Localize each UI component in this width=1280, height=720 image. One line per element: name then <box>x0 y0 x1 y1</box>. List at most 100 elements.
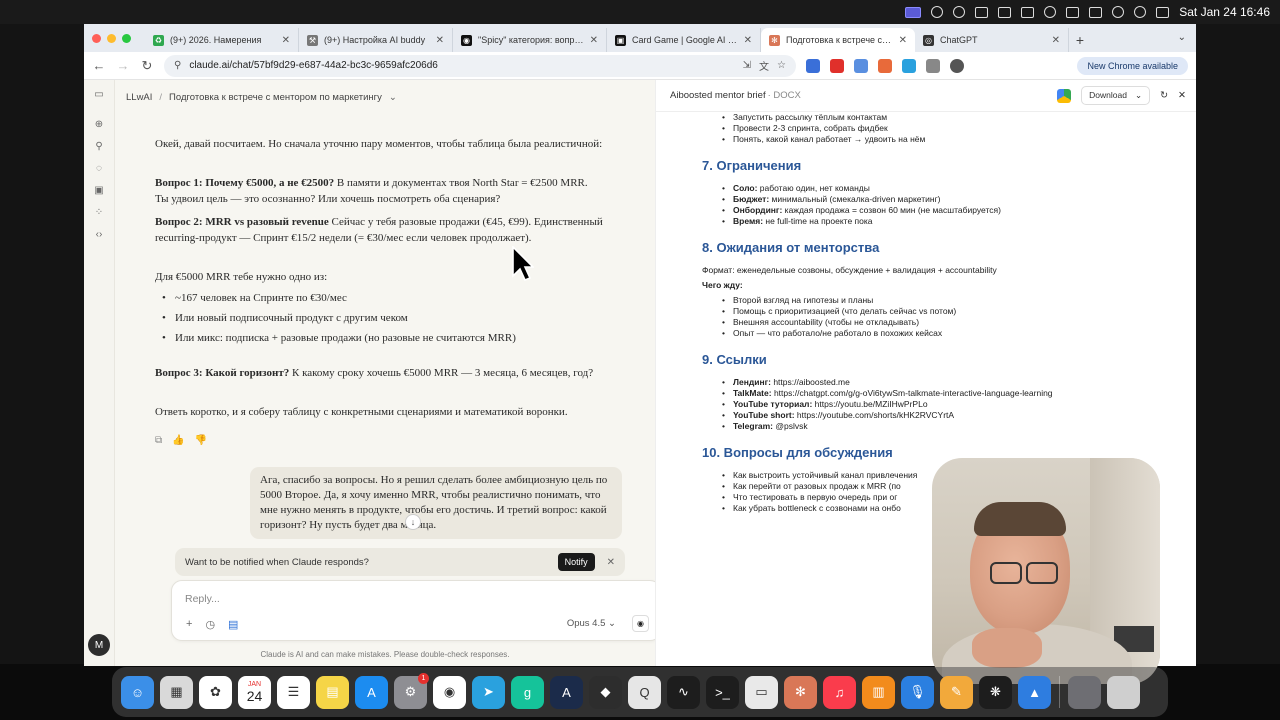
breadcrumb-project[interactable]: LLwAI <box>126 92 152 103</box>
projects-icon[interactable]: ▣ <box>94 185 105 196</box>
artifacts-icon[interactable]: ⁘ <box>94 207 105 218</box>
avatar[interactable]: M <box>88 634 110 656</box>
sync-status-icon[interactable] <box>1044 6 1057 18</box>
grammarly-icon[interactable]: g <box>511 675 544 709</box>
new-tab-button[interactable]: + <box>1069 28 1091 52</box>
wifi-icon[interactable] <box>1112 6 1125 18</box>
tab-1[interactable]: ♻ (9+) 2026. Намерения ✕ <box>145 28 299 52</box>
search-icon[interactable] <box>1134 6 1147 18</box>
finder-icon[interactable]: ☺ <box>121 675 154 709</box>
google-drive-icon[interactable] <box>1057 88 1072 103</box>
tab-title[interactable]: (9+) 2026. Намерения <box>170 35 276 45</box>
voice-memos-icon[interactable]: 🎙 <box>901 675 934 709</box>
voice-mode-icon[interactable]: ◉ <box>632 615 649 632</box>
model-name[interactable]: Opus 4.5 <box>567 618 606 629</box>
system-settings-icon[interactable]: ⚙ 1 <box>394 672 429 709</box>
back-icon[interactable]: ← <box>92 58 106 73</box>
tab-4[interactable]: ▣ Card Game | Google AI Studio ✕ <box>607 28 761 52</box>
keynote-icon[interactable]: ▲ <box>1018 675 1051 709</box>
tab-6[interactable]: ◎ ChatGPT ✕ <box>915 28 1069 52</box>
record-icon[interactable] <box>931 6 944 18</box>
screen-recording-icon[interactable] <box>905 6 922 18</box>
downloads-folder-icon[interactable] <box>1068 675 1101 709</box>
reply-input[interactable]: Reply... <box>185 593 220 605</box>
calendar-icon[interactable]: JAN 24 <box>238 675 271 709</box>
extension-a-icon[interactable] <box>878 58 892 73</box>
books-icon[interactable]: ▥ <box>862 675 895 709</box>
tab-close-icon[interactable]: ✕ <box>899 35 907 46</box>
notify-button[interactable]: Notify <box>557 553 595 571</box>
chats-icon[interactable]: ◌ <box>94 163 105 174</box>
install-icon[interactable]: ⇲ <box>743 60 751 71</box>
tab-5[interactable]: ✻ Подготовка к встрече с мен ✕ <box>761 28 915 52</box>
terminal-icon[interactable]: >_ <box>706 675 739 709</box>
claude-icon[interactable]: ✻ <box>784 675 817 709</box>
tab-3[interactable]: ◉ "Spicy" категория: вопросы ✕ <box>453 28 607 52</box>
chevron-down-icon[interactable]: ⌄ <box>1135 90 1142 101</box>
tab-close-icon[interactable]: ✕ <box>744 35 752 46</box>
chatgpt-icon[interactable]: ❋ <box>979 675 1012 709</box>
control-center-icon[interactable] <box>1156 6 1170 18</box>
add-attachment-icon[interactable]: + <box>186 618 192 631</box>
minimize-window-button[interactable] <box>107 33 116 43</box>
download-button[interactable]: Download ⌄ <box>1081 86 1151 105</box>
battery-icon[interactable] <box>1089 6 1103 18</box>
pencil-app-icon[interactable]: ✎ <box>940 675 973 709</box>
translate-icon[interactable]: 文 <box>759 58 769 73</box>
quicktime-icon[interactable]: Q <box>628 675 661 709</box>
download-label[interactable]: Download <box>1089 90 1127 101</box>
profile-icon[interactable] <box>950 58 964 73</box>
tab-close-icon[interactable]: ✕ <box>590 35 598 46</box>
tab-title[interactable]: (9+) Настройка AI buddy <box>324 35 430 45</box>
extension-arrow-icon[interactable] <box>902 58 916 73</box>
launchpad-icon[interactable]: ▦ <box>160 675 193 709</box>
close-icon[interactable]: ✕ <box>1178 90 1186 101</box>
clock[interactable]: Sat Jan 24 16:46 <box>1179 5 1270 19</box>
tab-title[interactable]: ChatGPT <box>940 35 1046 45</box>
affinity-icon[interactable]: A <box>550 675 583 709</box>
grammarly-status-icon[interactable] <box>975 6 989 18</box>
tab-title[interactable]: Card Game | Google AI Studio <box>632 35 738 45</box>
tab-title[interactable]: "Spicy" категория: вопросы <box>478 35 584 45</box>
thumbs-down-icon[interactable]: 👎 <box>195 435 207 446</box>
copy-icon[interactable]: ⧉ <box>155 435 162 446</box>
thumbs-up-icon[interactable]: 👍 <box>172 435 184 446</box>
sidebar-toggle-icon[interactable]: ▭ <box>94 89 105 100</box>
tab-title[interactable]: Подготовка к встрече с мен <box>786 35 893 45</box>
trash-icon[interactable] <box>1107 675 1140 709</box>
reminders-icon[interactable]: ☰ <box>277 675 310 709</box>
photos-icon[interactable]: ✿ <box>199 675 232 709</box>
input-source-icon[interactable] <box>1066 6 1080 18</box>
extension-translate-icon[interactable] <box>806 58 820 73</box>
tab-close-icon[interactable]: ✕ <box>1052 35 1060 46</box>
project-icon[interactable]: ▤ <box>228 618 238 631</box>
forward-icon[interactable]: → <box>116 58 130 73</box>
bookmark-star-icon[interactable]: ☆ <box>777 60 786 71</box>
breadcrumb-chat-title[interactable]: Подготовка к встрече с ментором по марке… <box>169 92 382 103</box>
refresh-icon[interactable]: ↻ <box>1160 90 1168 101</box>
address-bar[interactable]: ⚲ claude.ai/chat/57bf9d29-e687-44a2-bc3c… <box>164 54 796 77</box>
new-chrome-available-button[interactable]: New Chrome available <box>1077 56 1188 75</box>
reply-composer[interactable]: Reply... + ◷ ▤ Opus 4.5 ⌄ ◉ <box>171 580 655 641</box>
extension-new-icon[interactable] <box>830 58 844 73</box>
code-icon[interactable]: ‹› <box>94 229 105 240</box>
box-status-icon[interactable] <box>998 6 1012 18</box>
chevron-down-icon[interactable]: ⌄ <box>389 92 397 103</box>
new-chat-icon[interactable]: ⊕ <box>94 119 105 130</box>
scroll-down-icon[interactable]: ↓ <box>405 514 421 530</box>
extension-save-icon[interactable] <box>854 58 868 73</box>
tab-search-icon[interactable]: ⌄ <box>1178 32 1186 43</box>
gear-status-icon[interactable] <box>953 6 966 18</box>
reload-icon[interactable]: ↻ <box>140 58 154 74</box>
preview-icon[interactable]: ▭ <box>745 675 778 709</box>
tab-close-icon[interactable]: ✕ <box>282 35 290 46</box>
tab-2[interactable]: ⚒ (9+) Настройка AI buddy ✕ <box>299 28 453 52</box>
extensions-puzzle-icon[interactable] <box>926 58 940 73</box>
telegram-icon[interactable]: ➤ <box>472 675 505 709</box>
model-selector[interactable]: Opus 4.5 ⌄ <box>567 618 616 629</box>
app-store-icon[interactable]: A <box>355 675 388 709</box>
notes-icon[interactable]: ▤ <box>316 675 349 709</box>
shield-status-icon[interactable] <box>1021 6 1035 18</box>
activity-monitor-icon[interactable]: ∿ <box>667 675 700 709</box>
close-icon[interactable]: ✕ <box>607 557 615 568</box>
